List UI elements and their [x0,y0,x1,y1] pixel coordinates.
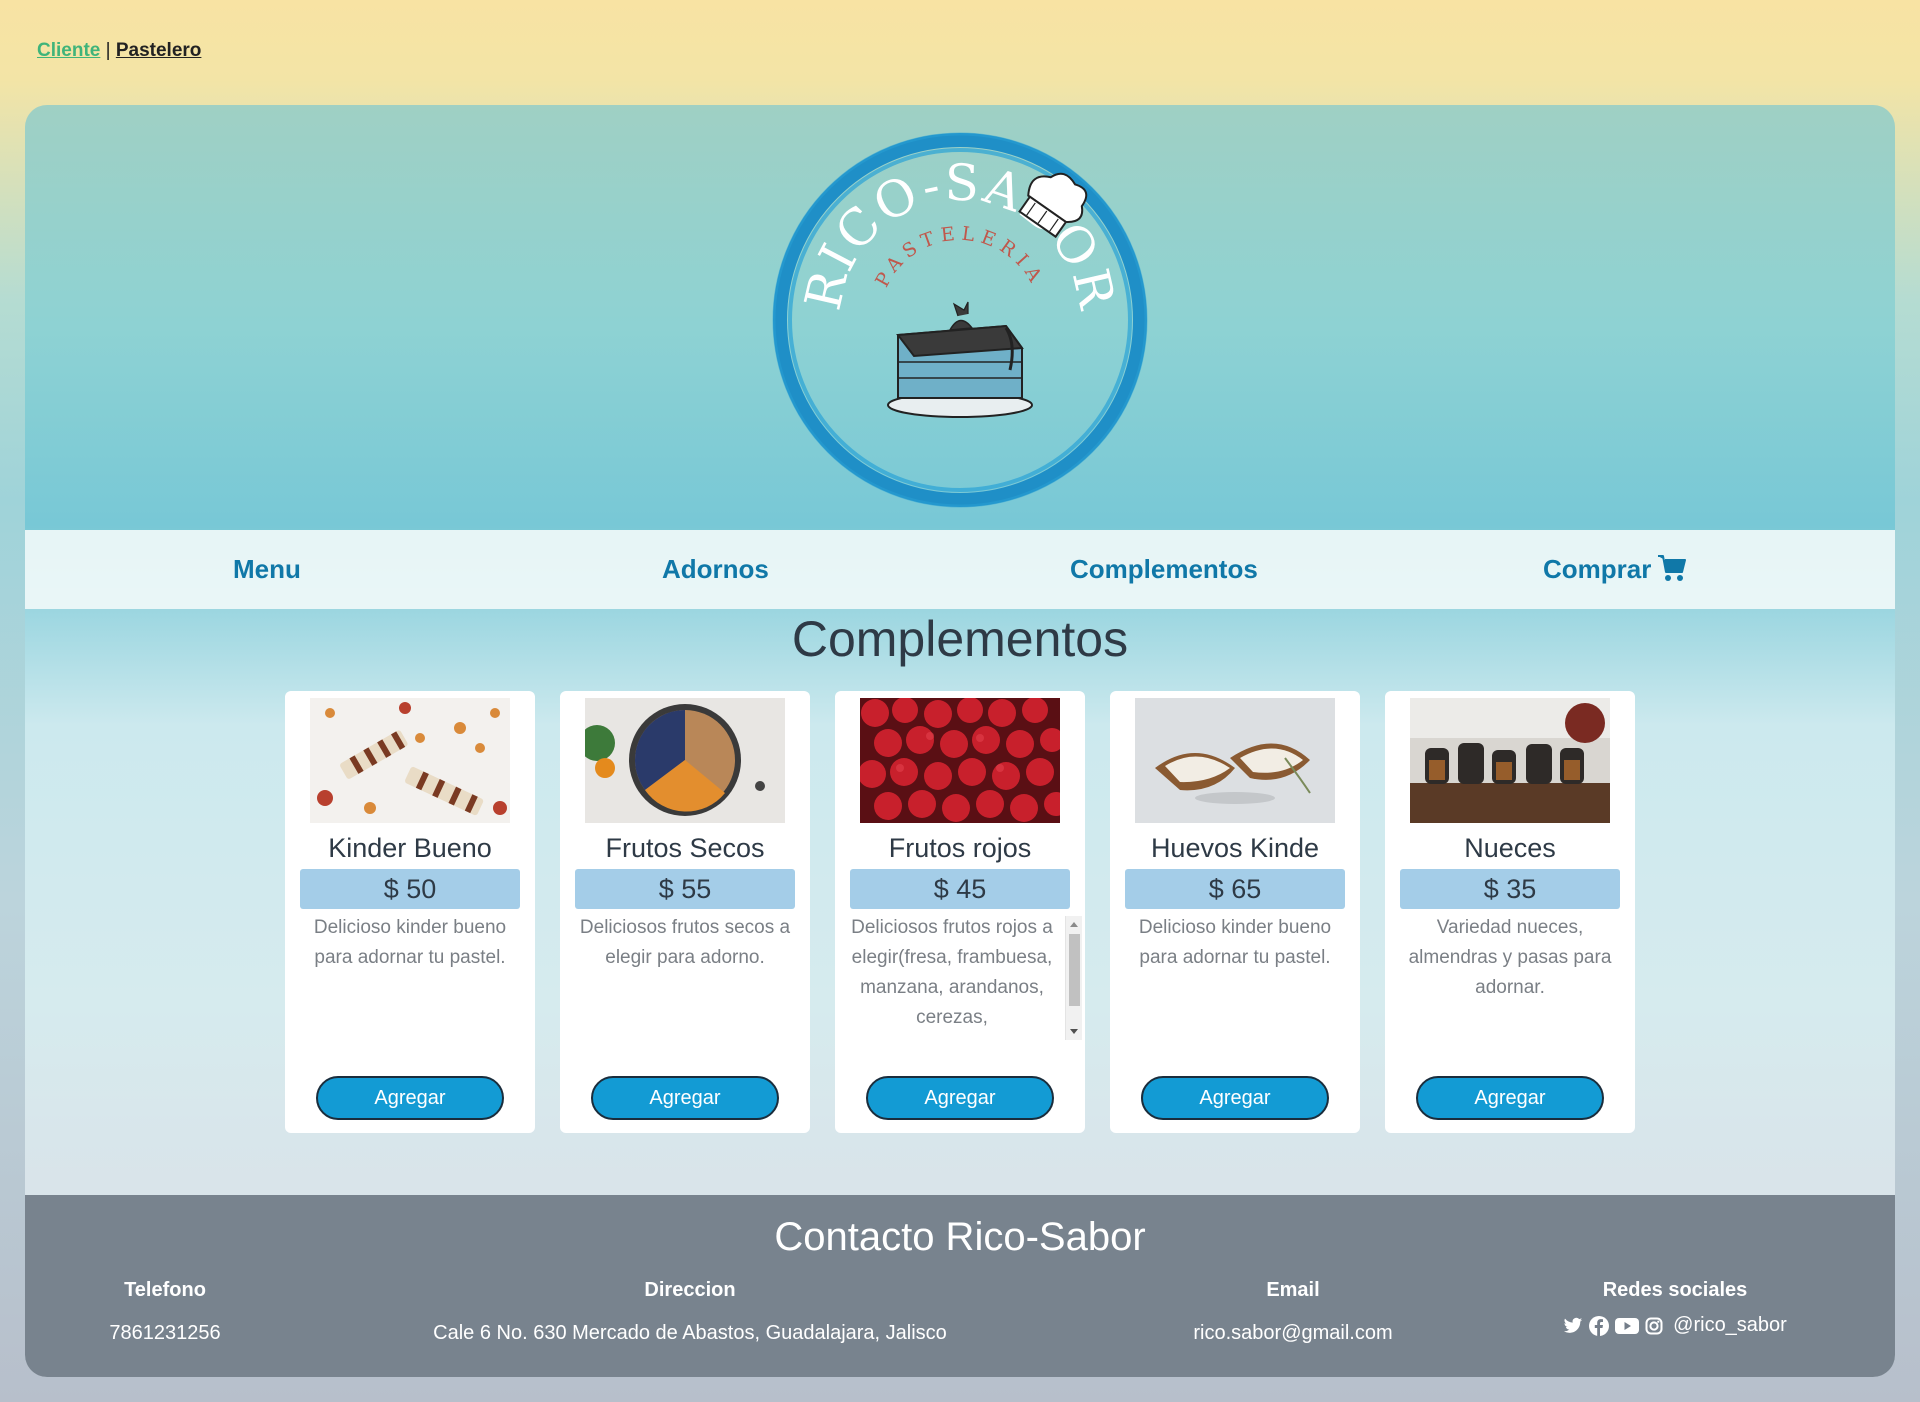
add-button[interactable]: Agregar [316,1076,504,1120]
footer-email: Email rico.sabor@gmail.com [1143,1279,1443,1345]
main-nav: Menu Adornos Complementos Comprar [25,530,1895,609]
youtube-icon[interactable] [1615,1317,1640,1335]
footer-address: Direccion Cale 6 No. 630 Mercado de Abas… [365,1279,1015,1345]
nav-comprar[interactable]: Comprar [1543,554,1687,585]
social-handle[interactable]: @rico_sabor [1673,1314,1787,1337]
product-image-frutos-secos [585,698,785,823]
add-button[interactable]: Agregar [866,1076,1054,1120]
hero-banner: RICO-SABOR PASTELERIA [25,105,1895,530]
pastelero-link[interactable]: Pastelero [116,40,202,61]
nav-comprar-label: Comprar [1543,554,1652,584]
product-price: $ 55 [575,869,795,909]
facebook-icon[interactable] [1589,1315,1610,1336]
product-description: Delicioso kinder bueno para adornar tu p… [313,917,507,968]
shopping-cart-icon [1658,555,1687,581]
nav-adornos[interactable]: Adornos [662,554,769,585]
role-switcher: Cliente | Pastelero [37,40,201,62]
nav-complementos[interactable]: Complementos [1070,554,1258,585]
product-name: Kinder Bueno [328,833,492,863]
logo-subtitle-text: PASTELERIA [871,222,1049,290]
footer-title: Contacto Rico-Sabor [774,1215,1146,1259]
add-button[interactable]: Agregar [1141,1076,1329,1120]
social-links: @rico_sabor [1525,1314,1825,1337]
product-card-nueces: Nueces $ 35 Variedad nueces, almendras y… [1385,691,1635,1133]
add-button[interactable]: Agregar [591,1076,779,1120]
phone-value: 7861231256 [109,1322,221,1344]
cliente-link[interactable]: Cliente [37,40,100,61]
scrollbar-thumb[interactable] [1069,934,1080,1006]
product-name: Frutos Secos [605,833,765,863]
product-price: $ 35 [1400,869,1620,909]
product-image-nueces [1410,698,1610,823]
social-label: Redes sociales [1602,1279,1748,1301]
nav-menu[interactable]: Menu [233,554,301,585]
contact-footer: Contacto Rico-Sabor Telefono 7861231256 … [25,1195,1895,1377]
footer-phone: Telefono 7861231256 [65,1279,265,1345]
instagram-icon[interactable] [1645,1317,1663,1335]
scroll-up-arrow-icon[interactable] [1070,922,1078,927]
rico-sabor-logo: RICO-SABOR PASTELERIA [772,132,1148,508]
product-image-huevos-kinde [1135,698,1335,823]
add-button[interactable]: Agregar [1416,1076,1604,1120]
product-card-frutos-rojos: Frutos rojos $ 45 Deliciosos frutos rojo… [835,691,1085,1133]
product-description: Deliciosos frutos secos a elegir para ad… [579,917,791,968]
scroll-down-arrow-icon[interactable] [1070,1029,1078,1034]
footer-social: Redes sociales @rico_sabor [1525,1279,1825,1337]
product-description: Variedad nueces, almendras y pasas para … [1408,917,1612,998]
product-name: Frutos rojos [888,833,1032,863]
twitter-icon[interactable] [1563,1317,1583,1335]
product-card-frutos-secos: Frutos Secos $ 55 Deliciosos frutos seco… [560,691,810,1133]
section-title: Complementos [791,611,1129,667]
product-image-kinder-bueno [310,698,510,823]
product-image-frutos-rojos [860,698,1060,823]
description-scrollbar[interactable] [1065,916,1082,1040]
address-label: Direccion [644,1279,736,1301]
product-description: Delicioso kinder bueno para adornar tu p… [1138,917,1332,968]
phone-label: Telefono [124,1279,206,1301]
product-description: Deliciosos frutos rojos a elegir(fresa, … [851,917,1053,1028]
product-name: Huevos Kinde [1150,833,1320,863]
separator: | [105,40,111,61]
product-price: $ 45 [850,869,1070,909]
product-price: $ 65 [1125,869,1345,909]
product-card-kinder-bueno: Kinder Bueno $ 50 Delicioso kinder bueno… [285,691,535,1133]
product-card-huevos-kinde: Huevos Kinde $ 65 Delicioso kinder bueno… [1110,691,1360,1133]
email-value[interactable]: rico.sabor@gmail.com [1143,1322,1443,1345]
page-container: RICO-SABOR PASTELERIA Menu [25,105,1895,1377]
email-label: Email [1266,1279,1320,1301]
address-value: Cale 6 No. 630 Mercado de Abastos, Guada… [433,1322,947,1344]
product-name: Nueces [1464,833,1556,863]
product-price: $ 50 [300,869,520,909]
